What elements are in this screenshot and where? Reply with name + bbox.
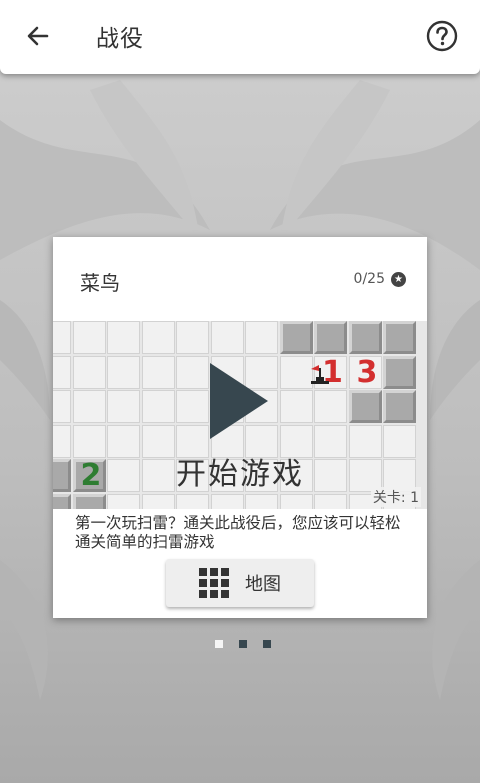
progress-indicator: 0/25 ★ [354,271,406,287]
back-button[interactable] [20,18,56,54]
board-cell [72,390,106,423]
board-cell [72,493,106,509]
board-cell [107,355,140,389]
board-cell [141,321,175,354]
board-cell [141,493,175,509]
board-cell [107,321,140,354]
map-button-label: 地图 [245,574,281,595]
board-cell [72,321,106,354]
board-cell [279,493,313,509]
board-cell [383,390,416,423]
board-cell [314,390,347,423]
board-cell [245,321,278,354]
board-cell [176,355,209,389]
board-cell [176,493,209,509]
board-cell [176,390,209,423]
help-circle-icon [426,20,458,52]
board-cell [210,321,244,354]
play-icon[interactable] [208,361,270,441]
page-title: 战役 [96,26,144,52]
help-button[interactable] [424,18,460,54]
board-preview[interactable]: 开始游戏 关卡: 1 132 [53,321,427,509]
arrow-left-icon [27,26,49,46]
board-cell [314,321,347,354]
page-indicator [215,640,271,648]
level-label: 关卡: 1 [370,487,421,507]
map-button[interactable]: 地图 [166,559,314,607]
grid-icon [199,568,229,598]
board-cell [53,493,71,509]
app-bar: 战役 [0,0,480,74]
board-cell [210,493,244,509]
difficulty-title: 菜鸟 [80,271,120,295]
page-dot[interactable] [263,640,271,648]
board-cell [348,390,382,423]
campaign-description: 第一次玩扫雷？通关此战役后，您应该可以轻松通关简单的扫雷游戏 [75,514,401,551]
star-icon: ★ [391,271,406,287]
board-number: 3 [356,354,378,390]
board-cell [72,355,106,389]
board-cell [141,390,175,423]
board-cell [279,321,313,354]
board-cell [314,493,347,509]
board-cell [176,321,209,354]
board-cell [383,355,416,389]
board-cell [279,390,313,423]
progress-text: 0/25 [353,271,385,287]
board-cell [53,321,71,354]
page-dot[interactable] [239,640,247,648]
board-cell [383,321,416,354]
board-cell [107,493,140,509]
board-number: 2 [80,458,102,493]
board-cell [53,355,71,389]
campaign-card: 菜鸟 0/25 ★ 开始游戏 关卡: 1 132 第一次玩扫雷？通关此战役后，您… [53,237,427,618]
board-cell [53,390,71,423]
board-cell [245,493,278,509]
board-cell [348,321,382,354]
page-dot[interactable] [215,640,223,648]
board-cell [141,355,175,389]
mine-flag-icon [311,364,329,384]
board-cell [107,390,140,423]
